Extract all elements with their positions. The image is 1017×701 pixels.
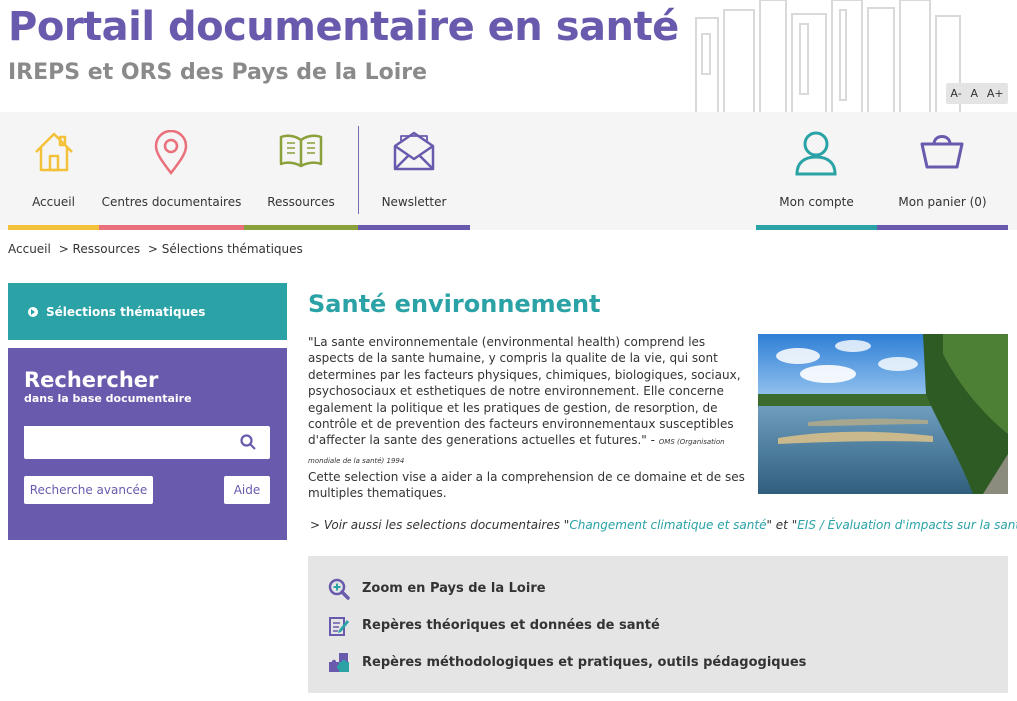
nav-label: Ressources bbox=[267, 194, 335, 209]
search-icon[interactable] bbox=[240, 434, 256, 454]
sidebar-item-label: Sélections thématiques bbox=[46, 304, 206, 319]
site-title[interactable]: Portail documentaire en santé bbox=[8, 4, 679, 50]
see-also: > Voir aussi les selections documentaire… bbox=[310, 518, 1017, 532]
breadcrumb-selections: > Sélections thématiques bbox=[147, 242, 303, 256]
nav-label: Newsletter bbox=[381, 194, 447, 209]
map-pin-icon bbox=[141, 130, 201, 176]
main-nav: Accueil Centres documentaires Ressources bbox=[0, 112, 1017, 230]
user-icon bbox=[786, 130, 846, 176]
link-changement-climatique[interactable]: Changement climatique et santé bbox=[569, 518, 766, 532]
nav-underline bbox=[877, 225, 1008, 230]
topic-label: Repères théoriques et données de santé bbox=[362, 618, 660, 633]
selection-description: Cette selection vise a aider a la compre… bbox=[308, 470, 745, 501]
topic-reperes-theoriques[interactable]: Repères théoriques et données de santé bbox=[328, 607, 1008, 644]
nav-underline bbox=[358, 225, 470, 230]
search-panel: Rechercher dans la base documentaire Rec… bbox=[8, 348, 287, 540]
search-subtitle: dans la base documentaire bbox=[24, 392, 192, 405]
site-header: Portail documentaire en santé IREPS et O… bbox=[0, 0, 1017, 112]
topic-label: Repères méthodologiques et pratiques, ou… bbox=[362, 655, 807, 670]
nav-divider bbox=[358, 126, 359, 214]
basket-icon bbox=[912, 130, 972, 176]
link-eis[interactable]: EIS / Évaluation d'impacts sur la santé bbox=[797, 518, 1017, 532]
breadcrumb: Accueil > Ressources > Sélections thémat… bbox=[8, 242, 307, 256]
nav-underline bbox=[756, 225, 877, 230]
advanced-search-button[interactable]: Recherche avancée bbox=[24, 476, 153, 504]
nav-item-newsletter[interactable]: Newsletter bbox=[358, 112, 470, 230]
book-icon bbox=[271, 130, 331, 176]
notepad-pencil-icon bbox=[328, 615, 350, 637]
search-field-wrapper bbox=[24, 426, 270, 459]
nav-item-mon-panier[interactable]: Mon panier (0) bbox=[877, 112, 1008, 230]
breadcrumb-accueil[interactable]: Accueil bbox=[8, 242, 51, 256]
font-normal-button[interactable]: A bbox=[970, 87, 978, 100]
intro-text: "La sante environnementale (environmenta… bbox=[308, 334, 748, 469]
nav-underline bbox=[8, 225, 99, 230]
topic-zoom-pays-de-la-loire[interactable]: Zoom en Pays de la Loire bbox=[328, 570, 1008, 607]
topics-panel: Zoom en Pays de la Loire Repères théoriq… bbox=[308, 556, 1008, 693]
nav-label: Accueil bbox=[32, 194, 75, 209]
font-size-controls: A- A A+ bbox=[946, 83, 1008, 104]
topic-label: Zoom en Pays de la Loire bbox=[362, 581, 546, 596]
search-input[interactable] bbox=[24, 426, 224, 457]
envelope-icon bbox=[384, 130, 444, 176]
font-decrease-button[interactable]: A- bbox=[950, 87, 961, 100]
home-icon bbox=[24, 130, 84, 176]
sidebar-item-selections-thematiques[interactable]: Sélections thématiques bbox=[8, 283, 287, 340]
topic-reperes-methodologiques[interactable]: Repères méthodologiques et pratiques, ou… bbox=[328, 644, 1008, 681]
nav-item-ressources[interactable]: Ressources bbox=[244, 112, 358, 230]
arrow-circle-icon bbox=[28, 306, 38, 317]
puzzle-icon bbox=[328, 652, 350, 674]
zoom-in-icon bbox=[328, 578, 350, 600]
river-landscape-photo bbox=[758, 334, 1008, 494]
search-title: Rechercher bbox=[24, 368, 159, 392]
nav-label: Mon panier (0) bbox=[898, 194, 987, 209]
nav-underline bbox=[244, 225, 358, 230]
help-button[interactable]: Aide bbox=[224, 476, 270, 504]
page-title: Santé environnement bbox=[308, 290, 601, 318]
nav-label: Mon compte bbox=[779, 194, 854, 209]
nav-item-mon-compte[interactable]: Mon compte bbox=[756, 112, 877, 230]
nav-underline bbox=[99, 225, 244, 230]
font-increase-button[interactable]: A+ bbox=[987, 87, 1004, 100]
intro-quote: "La sante environnementale (environmenta… bbox=[308, 335, 741, 448]
see-also-mid: " et " bbox=[766, 518, 798, 532]
nav-label: Centres documentaires bbox=[101, 194, 242, 209]
see-also-prefix: > Voir aussi les selections documentaire… bbox=[310, 518, 570, 532]
site-subtitle: IREPS et ORS des Pays de la Loire bbox=[8, 60, 428, 85]
nav-item-accueil[interactable]: Accueil bbox=[8, 112, 99, 230]
nav-item-centres-documentaires[interactable]: Centres documentaires bbox=[99, 112, 244, 230]
breadcrumb-ressources[interactable]: > Ressources bbox=[59, 242, 140, 256]
